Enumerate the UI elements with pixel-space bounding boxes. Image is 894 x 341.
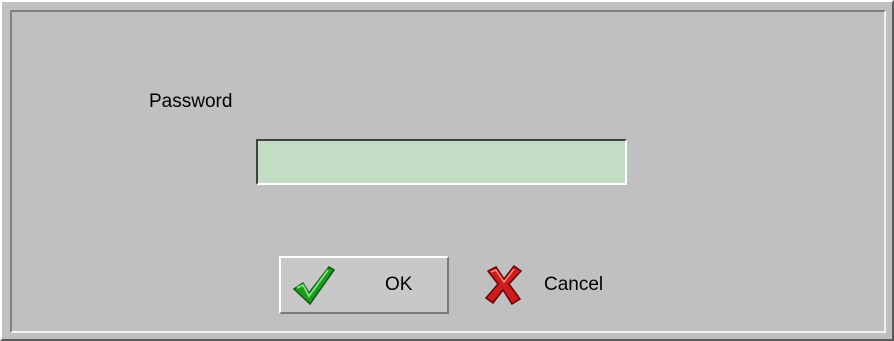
password-label: Password xyxy=(149,91,233,112)
checkmark-icon xyxy=(292,266,336,306)
ok-button[interactable]: OK xyxy=(279,256,449,314)
ok-button-label: OK xyxy=(385,274,413,295)
x-icon xyxy=(484,264,523,306)
cancel-button-label: Cancel xyxy=(544,274,604,295)
cancel-button[interactable]: Cancel xyxy=(472,256,642,314)
password-input[interactable] xyxy=(256,139,627,185)
password-dialog: Password OK Cancel xyxy=(0,0,894,341)
